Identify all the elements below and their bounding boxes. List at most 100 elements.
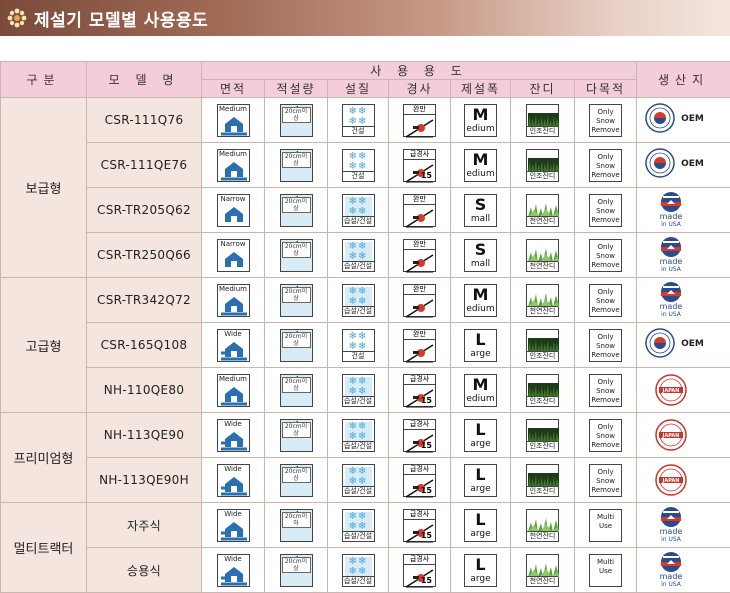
svg-text:in USA: in USA [661, 266, 682, 272]
model-usage-table: 구분 모 델 명 사 용 용 도 생산지 면적 적설량 설질 경사 제설폭 잔디… [0, 61, 730, 593]
snow-depth-icon: ▲20cm이상 [280, 464, 313, 497]
table-row: CSR-165Q108Wide▲20cm이상❄❄❄❄건설완만Large인조잔디O… [1, 323, 730, 368]
svg-text:JAPAN: JAPAN [662, 433, 680, 439]
group-label: 프리미엄형 [1, 413, 87, 503]
table-row: 승용식Wide▲20cm이상❄❄❄❄습설/건설급경사15Large천연잔디Mul… [1, 548, 730, 593]
slope-icon: 완만 [403, 284, 436, 317]
model-name: CSR-111Q76 [87, 98, 202, 143]
origin-oem-label: OEM [681, 114, 704, 124]
snow-depth-icon: ▲20cm이상 [280, 554, 313, 587]
slope-icon: 급경사15 [403, 149, 436, 182]
clearing-width-icon: Medium [464, 104, 497, 137]
svg-text:JAPAN: JAPAN [662, 388, 680, 394]
svg-text:in USA: in USA [661, 581, 682, 587]
snow-depth-icon: ▲20cm이상 [280, 419, 313, 452]
slope-icon: 급경사15 [403, 509, 436, 542]
table-row: CSR-111QE76Medium▲20cm이상❄❄❄❄건설급경사15Mediu… [1, 143, 730, 188]
table-row: NH-110QE80Medium▲20cm이상❄❄❄❄습설/건설급경사15Med… [1, 368, 730, 413]
snow-depth-icon: ▲20cm이상 [280, 374, 313, 407]
area-icon: Wide [217, 464, 250, 497]
col-turf: 잔디 [511, 80, 575, 98]
origin-cell: madein USA [637, 189, 730, 231]
snow-depth-icon: ▲20cm이상 [280, 149, 313, 182]
model-name: 승용식 [87, 548, 202, 593]
slope-icon: 완만 [403, 194, 436, 227]
turf-icon: 천연잔디 [526, 284, 559, 317]
snow-quality-icon: ❄❄❄❄건설 [342, 104, 375, 137]
snow-depth-icon: ▲20cm이상 [280, 104, 313, 137]
turf-icon: 인조잔디 [526, 374, 559, 407]
multi-purpose-icon: OnlySnowRemove [589, 149, 622, 182]
snow-quality-icon: ❄❄❄❄습설/건설 [342, 554, 375, 587]
svg-text:in USA: in USA [661, 221, 682, 227]
page-title: 제설기 모델별 사용용도 [34, 6, 208, 31]
multi-purpose-icon: OnlySnowRemove [589, 104, 622, 137]
origin-cell: JAPAN [637, 459, 730, 501]
svg-text:in USA: in USA [661, 311, 682, 317]
turf-icon: 천연잔디 [526, 239, 559, 272]
turf-icon: 천연잔디 [526, 509, 559, 542]
made-in-usa-icon: madein USA [657, 236, 685, 272]
col-multi: 다목적 [575, 80, 637, 98]
made-in-japan-icon: JAPAN [655, 374, 687, 406]
clearing-width-icon: Medium [464, 149, 497, 182]
col-origin: 생산지 [637, 62, 730, 98]
origin-cell: madein USA [637, 234, 730, 276]
flower-icon [6, 7, 28, 29]
snow-depth-icon: ▲20cm이상 [280, 329, 313, 362]
multi-purpose-icon: OnlySnowRemove [589, 464, 622, 497]
group-label: 멀티트랙터 [1, 503, 87, 593]
slope-icon: 완만 [403, 239, 436, 272]
svg-text:made: made [660, 212, 683, 221]
korea-seal-icon [645, 328, 675, 358]
turf-icon: 천연잔디 [526, 554, 559, 587]
col-group: 구분 [1, 62, 87, 98]
col-usage: 사 용 용 도 [202, 62, 637, 80]
origin-cell: OEM [637, 144, 730, 186]
clearing-width-icon: Large [464, 464, 497, 497]
origin-cell: OEM [637, 99, 730, 141]
clearing-width-icon: Large [464, 329, 497, 362]
origin-oem-label: OEM [681, 339, 704, 349]
clearing-width-icon: Large [464, 509, 497, 542]
table-row: CSR-TR250Q66Narrow▲20cm이상❄❄❄❄습설/건설완만Smal… [1, 233, 730, 278]
origin-cell: madein USA [637, 504, 730, 546]
table-row: CSR-TR205Q62Narrow▲20cm이상❄❄❄❄습설/건설완만Smal… [1, 188, 730, 233]
col-area: 면적 [202, 80, 265, 98]
area-icon: Medium [217, 104, 250, 137]
col-depth: 적설량 [265, 80, 328, 98]
made-in-usa-icon: madein USA [657, 191, 685, 227]
snow-quality-icon: ❄❄❄❄습설/건설 [342, 464, 375, 497]
col-width: 제설폭 [451, 80, 511, 98]
model-name: CSR-TR342Q72 [87, 278, 202, 323]
snow-quality-icon: ❄❄❄❄습설/건설 [342, 239, 375, 272]
slope-icon: 급경사15 [403, 374, 436, 407]
snow-quality-icon: ❄❄❄❄습설/건설 [342, 509, 375, 542]
group-label: 고급형 [1, 278, 87, 413]
turf-icon: 인조잔디 [526, 149, 559, 182]
slope-icon: 급경사15 [403, 554, 436, 587]
table-row: 멀티트랙터자주식Wide▲20cm이하❄❄❄❄습설/건설급경사15Large천연… [1, 503, 730, 548]
svg-text:made: made [660, 572, 683, 581]
model-name: CSR-TR250Q66 [87, 233, 202, 278]
multi-purpose-icon: MultiUse [589, 554, 622, 587]
col-quality: 설질 [328, 80, 389, 98]
model-name: CSR-165Q108 [87, 323, 202, 368]
table-row: 보급형CSR-111Q76Medium▲20cm이상❄❄❄❄건설완만Medium… [1, 98, 730, 143]
clearing-width-icon: Medium [464, 374, 497, 407]
col-slope: 경사 [389, 80, 451, 98]
snow-depth-icon: ▲20cm이상 [280, 284, 313, 317]
clearing-width-icon: Medium [464, 284, 497, 317]
model-name: CSR-TR205Q62 [87, 188, 202, 233]
origin-cell: OEM [637, 324, 730, 366]
clearing-width-icon: Small [464, 239, 497, 272]
multi-purpose-icon: OnlySnowRemove [589, 329, 622, 362]
snow-quality-icon: ❄❄❄❄습설/건설 [342, 284, 375, 317]
clearing-width-icon: Large [464, 554, 497, 587]
multi-purpose-icon: OnlySnowRemove [589, 374, 622, 407]
multi-purpose-icon: MultiUse [589, 509, 622, 542]
svg-text:in USA: in USA [661, 536, 682, 542]
area-icon: Medium [217, 284, 250, 317]
snow-depth-icon: ▲20cm이상 [280, 239, 313, 272]
origin-cell: JAPAN [637, 414, 730, 456]
